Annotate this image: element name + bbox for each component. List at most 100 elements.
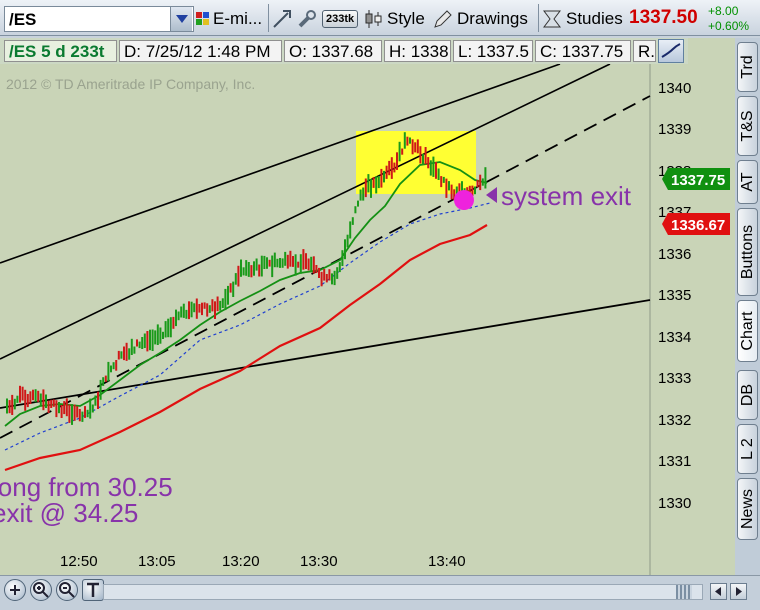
price-bar	[331, 273, 333, 285]
price-bar	[242, 267, 245, 276]
chevron-down-icon	[176, 15, 188, 23]
tab-trade[interactable]: Trd	[737, 42, 758, 92]
price-tick: 1340	[658, 80, 691, 97]
instrument-button[interactable]: E-mi...	[196, 5, 262, 32]
price-bar	[297, 261, 300, 268]
text-tool-button[interactable]	[82, 579, 104, 601]
price-bar	[286, 254, 289, 269]
price-bar	[294, 254, 297, 276]
price-bar	[112, 362, 115, 370]
price-bar	[403, 132, 406, 149]
price-bar	[11, 394, 14, 415]
toolbar-separator	[538, 4, 539, 32]
time-tick: 12:50	[60, 553, 98, 570]
tab-level-2[interactable]: L 2	[737, 424, 758, 474]
price-bar	[310, 256, 313, 273]
drawings-button[interactable]: Drawings	[433, 5, 528, 32]
price-bar	[346, 234, 349, 248]
price-bar	[198, 304, 201, 313]
price-bar	[450, 184, 453, 200]
price-bar	[123, 346, 125, 361]
price-bar	[73, 404, 76, 421]
price-bar	[357, 200, 359, 207]
moving-average-label: 1336.67	[671, 217, 725, 234]
price-bar	[190, 301, 193, 318]
price-bar	[125, 342, 128, 361]
price-bar	[362, 187, 365, 201]
symbol-dropdown-button[interactable]	[170, 7, 192, 31]
price-bar	[338, 262, 341, 273]
range-label: R.	[633, 40, 656, 62]
price-bar	[206, 303, 209, 317]
price-bar	[328, 269, 331, 281]
tab-chart[interactable]: Chart	[737, 300, 758, 362]
price-bar	[427, 157, 430, 169]
price-bar	[476, 180, 479, 188]
tab-label: DB	[738, 383, 756, 407]
price-bar	[172, 316, 175, 329]
studies-button[interactable]: Studies	[542, 5, 623, 32]
zoom-out-button[interactable]	[56, 579, 78, 601]
time-scrollbar[interactable]	[103, 584, 703, 600]
price-bar	[55, 400, 58, 418]
tab-dashboard[interactable]: DB	[737, 370, 758, 420]
price-bar	[47, 400, 50, 413]
tab-buttons[interactable]: Buttons	[737, 208, 758, 296]
price-bar	[276, 258, 279, 268]
tab-label: News	[738, 488, 756, 530]
price-bar	[229, 283, 232, 293]
price-bar	[263, 255, 266, 269]
interval-badge: 233tk	[322, 9, 359, 28]
price-bar	[94, 395, 97, 406]
price-bar	[203, 302, 206, 309]
price-bar	[99, 379, 102, 400]
high-label: H: 1338	[384, 40, 451, 62]
tab-active-trader[interactable]: AT	[737, 160, 758, 204]
price-bar	[143, 333, 146, 348]
price-bar	[240, 259, 242, 277]
symbol-input[interactable]: /ES	[4, 6, 194, 32]
wrench-icon	[298, 9, 316, 27]
scroll-right-icon	[736, 587, 742, 596]
scroll-left-icon	[715, 587, 721, 596]
price-bar	[416, 139, 419, 154]
drawings-label: Drawings	[457, 8, 528, 28]
price-bar	[208, 305, 211, 313]
tab-label: L 2	[738, 438, 756, 460]
tab-news[interactable]: News	[737, 478, 758, 540]
price-bar	[325, 274, 328, 283]
instrument-icon	[196, 11, 209, 25]
price-bar	[86, 409, 89, 418]
crosshair-button[interactable]	[271, 5, 293, 32]
price-bar	[58, 402, 60, 414]
price-bar	[349, 221, 352, 239]
chart-style-toggle[interactable]	[658, 39, 684, 63]
price-bar	[354, 206, 357, 214]
zoom-in-button[interactable]	[30, 579, 52, 601]
scrollbar-thumb[interactable]	[676, 585, 692, 599]
exit-marker	[454, 190, 474, 210]
scroll-left-button[interactable]	[710, 583, 727, 600]
price-bar	[120, 351, 123, 359]
price-chart[interactable]: 2012 © TD Ameritrade IP Company, Inc. sy…	[0, 38, 735, 598]
price-bar	[151, 329, 154, 351]
price-bar	[268, 259, 271, 267]
candlestick-icon	[365, 9, 382, 28]
time-tick: 13:05	[138, 553, 176, 570]
tab-time-and-sales[interactable]: T&S	[737, 96, 758, 156]
interval-button[interactable]: 233tk	[322, 5, 359, 32]
price-bar	[429, 160, 432, 176]
time-tick: 13:20	[222, 553, 260, 570]
price-bar	[175, 309, 177, 327]
price-bar	[76, 406, 79, 418]
price-bar	[255, 258, 258, 271]
scroll-right-button[interactable]	[730, 583, 747, 600]
zoom-fit-button[interactable]	[4, 579, 26, 601]
style-button[interactable]: Style	[365, 5, 425, 32]
tab-label: Chart	[738, 311, 756, 351]
price-bar	[164, 321, 167, 338]
price-bar	[149, 329, 151, 351]
price-bar	[216, 296, 219, 312]
price-bar	[214, 301, 216, 319]
settings-button[interactable]	[296, 5, 318, 32]
